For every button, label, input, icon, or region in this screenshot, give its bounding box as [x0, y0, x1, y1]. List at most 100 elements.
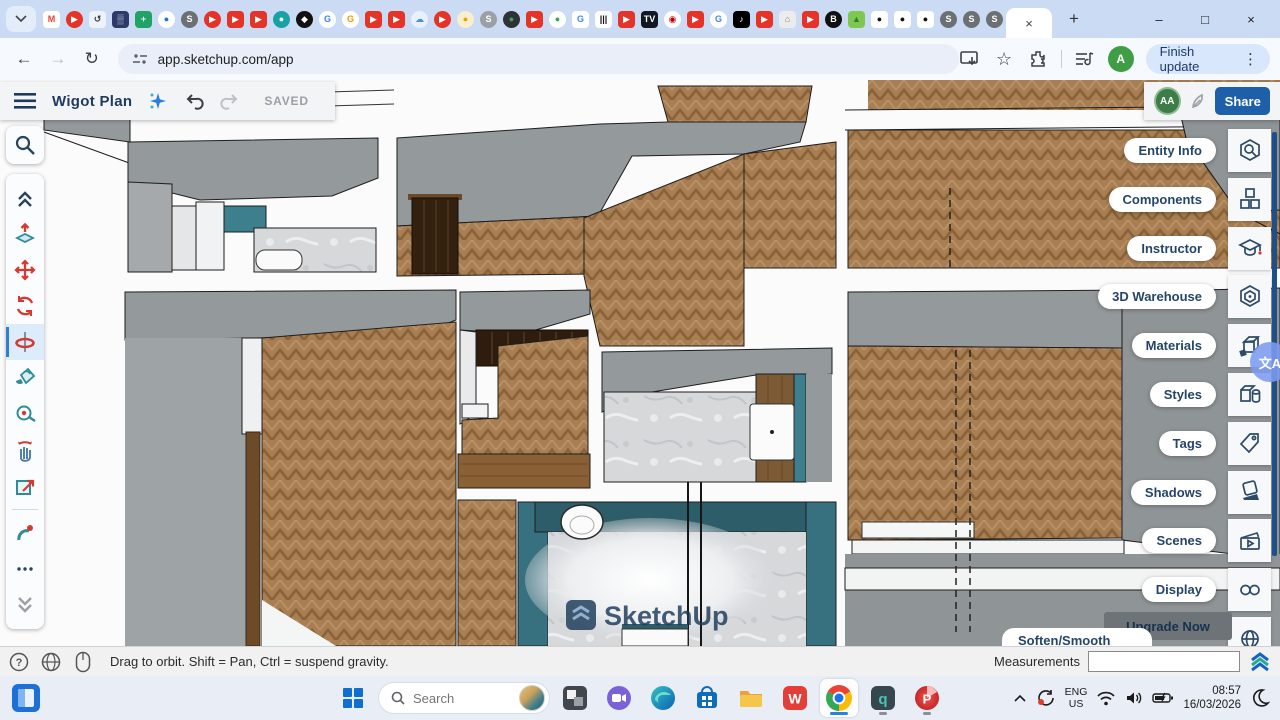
tab-movie-app[interactable]: ▒: [109, 4, 132, 34]
tray-clock[interactable]: 08:57 16/03/2026: [1183, 684, 1241, 713]
undo-icon[interactable]: [184, 92, 204, 110]
night-mode-moon-icon[interactable]: [1250, 688, 1270, 708]
tab-green-app[interactable]: ●: [546, 4, 569, 34]
panel-button-display[interactable]: [1228, 568, 1271, 611]
redo-icon[interactable]: [220, 92, 240, 110]
measurements-input[interactable]: [1088, 651, 1240, 672]
panel-button-components[interactable]: [1228, 178, 1271, 221]
taskbar-chat-app[interactable]: [600, 679, 638, 717]
taskbar-quillbot[interactable]: q: [864, 679, 902, 717]
tab-youtube[interactable]: ▶: [753, 4, 776, 34]
collapse-down-tool-button[interactable]: [6, 587, 44, 623]
install-app-icon[interactable]: [959, 48, 981, 70]
tab-youtube[interactable]: ▶: [684, 4, 707, 34]
tab-dot-app[interactable]: ●: [868, 4, 891, 34]
tab-search-button[interactable]: [6, 6, 36, 32]
tab-google[interactable]: G: [569, 4, 592, 34]
collapse-up-tool-button[interactable]: [6, 180, 44, 216]
finish-update-button[interactable]: Finish update ⋮: [1146, 44, 1270, 74]
taskbar-chrome[interactable]: [820, 679, 858, 717]
tab-youtube[interactable]: ▶: [431, 4, 454, 34]
tab-dark-app[interactable]: ●: [500, 4, 523, 34]
search-tool-button[interactable]: [6, 126, 44, 164]
tab-google[interactable]: G: [316, 4, 339, 34]
tab-bookmark-app[interactable]: ◆: [293, 4, 316, 34]
bookmark-star-icon[interactable]: ☆: [993, 48, 1015, 70]
tab-tiktok[interactable]: ♪: [730, 4, 753, 34]
maximize-button[interactable]: □: [1182, 0, 1228, 38]
new-tab-button[interactable]: +: [1060, 5, 1088, 33]
tab-youtube[interactable]: ▶: [247, 4, 270, 34]
document-title[interactable]: Wigot Plan: [52, 93, 132, 110]
tab-s-app[interactable]: S: [477, 4, 500, 34]
taskbar-search-input[interactable]: [413, 691, 499, 706]
wifi-icon[interactable]: [1096, 690, 1116, 706]
search-highlight-image[interactable]: [519, 685, 545, 711]
panel-button-scenes[interactable]: [1228, 519, 1271, 562]
push-pull-tool-button[interactable]: [6, 216, 44, 252]
back-button[interactable]: ←: [10, 45, 38, 73]
tab-soundbars-app[interactable]: |||: [592, 4, 615, 34]
move-tool-button[interactable]: [6, 252, 44, 288]
tab-youtube[interactable]: ▶: [201, 4, 224, 34]
tab-youtube[interactable]: ▶: [362, 4, 385, 34]
panel-button-instructor[interactable]: [1228, 227, 1271, 270]
tab-gmail[interactable]: M: [40, 4, 63, 34]
tab-s-app[interactable]: S: [178, 4, 201, 34]
taskbar-search[interactable]: [378, 682, 550, 714]
volume-icon[interactable]: [1125, 690, 1143, 706]
taskbar-pdf-app[interactable]: P: [908, 679, 946, 717]
tab-s-app[interactable]: S: [960, 4, 983, 34]
close-button[interactable]: ×: [1228, 0, 1274, 38]
panel-button-tags[interactable]: [1228, 422, 1271, 465]
tab-dot-app[interactable]: ●: [914, 4, 937, 34]
rotate-tool-button[interactable]: [6, 288, 44, 324]
forward-button[interactable]: →: [44, 45, 72, 73]
tab-sheets[interactable]: +: [132, 4, 155, 34]
tab-youtube-music[interactable]: ◉: [661, 4, 684, 34]
orbit-tool-button[interactable]: [6, 324, 44, 360]
battery-icon[interactable]: [1152, 691, 1174, 705]
taskbar-microsoft-store[interactable]: [688, 679, 726, 717]
tab-b-app[interactable]: B: [822, 4, 845, 34]
tab-s-app[interactable]: S: [983, 4, 1006, 34]
language-globe-icon[interactable]: [40, 651, 62, 673]
active-tab[interactable]: ×: [1006, 8, 1052, 38]
tape-measure-tool-button[interactable]: [6, 396, 44, 432]
help-icon[interactable]: ?: [8, 651, 30, 673]
tab-youtube[interactable]: ▶: [63, 4, 86, 34]
tab-youtube[interactable]: ▶: [523, 4, 546, 34]
taskbar-file-explorer[interactable]: [732, 679, 770, 717]
panel-button-soften[interactable]: [1228, 617, 1271, 646]
panel-button-shadows[interactable]: [1228, 471, 1271, 514]
tab-tradingview[interactable]: TV: [638, 4, 661, 34]
tab-youtube[interactable]: ▶: [615, 4, 638, 34]
main-menu-icon[interactable]: [14, 93, 36, 109]
reading-list-icon[interactable]: [1074, 48, 1096, 70]
tab-dot-app[interactable]: ●: [891, 4, 914, 34]
user-avatar[interactable]: AA: [1154, 87, 1181, 115]
browser-menu-icon[interactable]: ⋮: [1237, 50, 1264, 68]
tab-bank-app[interactable]: ⌂: [776, 4, 799, 34]
browser-profile-avatar[interactable]: A: [1108, 46, 1134, 72]
more-tools-tool-button[interactable]: [6, 551, 44, 587]
start-button[interactable]: [334, 679, 372, 717]
ai-sparkle-icon[interactable]: [148, 91, 168, 111]
tab-clock-app[interactable]: ●: [454, 4, 477, 34]
tab-music-app[interactable]: ●: [270, 4, 293, 34]
tab-cloud-app[interactable]: ☁: [408, 4, 431, 34]
tab-google[interactable]: G: [707, 4, 730, 34]
tab-s-app[interactable]: S: [937, 4, 960, 34]
tab-close-icon[interactable]: ×: [1025, 16, 1033, 31]
share-button[interactable]: Share: [1215, 87, 1270, 115]
panel-button-entity-info[interactable]: [1228, 129, 1271, 172]
tab-google-orange[interactable]: G: [339, 4, 362, 34]
reload-button[interactable]: ↻: [78, 45, 106, 73]
language-indicator[interactable]: ENGUS: [1065, 686, 1088, 710]
taskbar-wps-office[interactable]: W: [776, 679, 814, 717]
tray-chevron-icon[interactable]: [1013, 693, 1027, 703]
walk-tool-button[interactable]: [6, 515, 44, 551]
tab-compass-app[interactable]: ●: [155, 4, 178, 34]
paint-bucket-tool-button[interactable]: [6, 360, 44, 396]
zoom-extents-tool-button[interactable]: [6, 468, 44, 504]
